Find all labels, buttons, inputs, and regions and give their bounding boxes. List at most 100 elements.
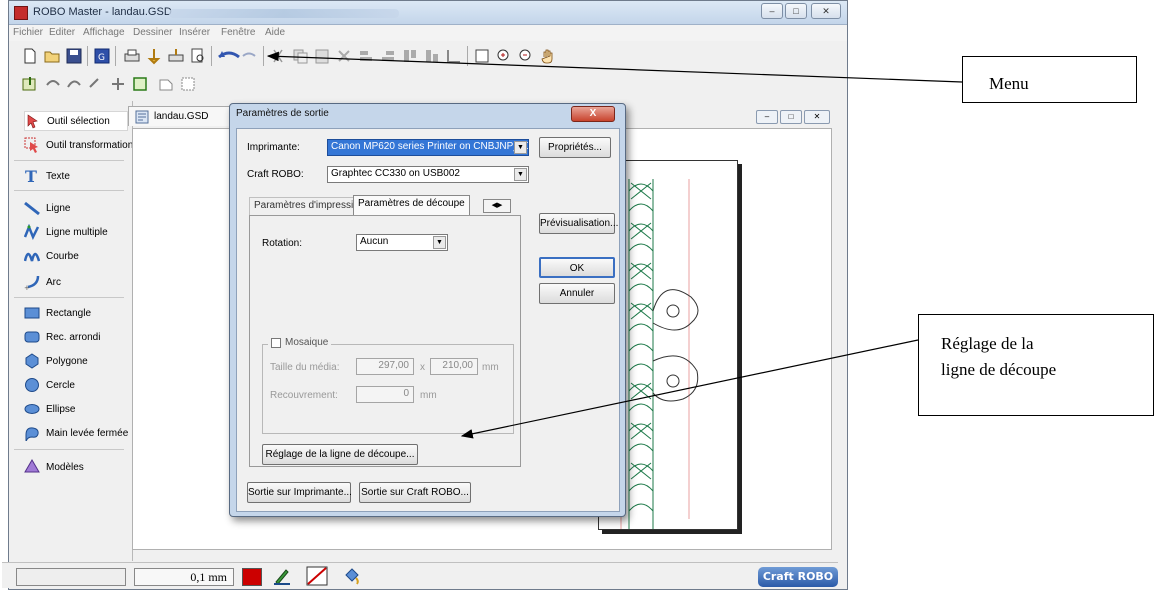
cut-line-settings-button[interactable]: Réglage de la ligne de découpe... — [262, 444, 418, 465]
output-to-craft-robo-button[interactable]: Sortie sur Craft ROBO... — [359, 482, 471, 503]
align-top-icon[interactable] — [401, 47, 419, 65]
screenshot-stage: ROBO Master - landau.GSD – □ ✕ Fichier E… — [0, 0, 1155, 590]
title-bar: ROBO Master - landau.GSD – □ ✕ — [9, 1, 847, 25]
align-bottom-icon[interactable] — [423, 47, 441, 65]
copy-icon[interactable] — [291, 47, 309, 65]
no-fill-icon[interactable] — [306, 566, 328, 586]
delete-icon[interactable] — [335, 47, 353, 65]
menu-inserer[interactable]: Insérer — [179, 27, 210, 38]
chevron-down-icon[interactable]: ▼ — [433, 236, 446, 249]
tab-print-settings[interactable]: Paramètres d'impression — [249, 197, 370, 215]
minimize-button[interactable]: – — [761, 3, 783, 19]
dialog-close-button[interactable]: X — [571, 106, 615, 122]
craft-robo-select-value: Graphtec CC330 on USB002 — [331, 168, 460, 179]
cancel-button[interactable]: Annuler — [539, 283, 615, 304]
tool-item-select[interactable]: Outil sélection — [24, 111, 128, 131]
cut-output-icon[interactable] — [145, 47, 163, 65]
import-icon[interactable] — [21, 75, 39, 93]
tab-cut-settings[interactable]: Paramètres de découpe — [353, 195, 470, 216]
align-left-icon[interactable] — [357, 47, 375, 65]
rotation-select-value: Aucun — [360, 236, 389, 247]
paint-bucket-icon[interactable] — [342, 566, 362, 586]
align-right-icon[interactable] — [379, 47, 397, 65]
doc-close-button[interactable]: ✕ — [804, 110, 830, 124]
preview-button[interactable]: Prévisualisation... — [539, 213, 618, 234]
media-height-field[interactable]: 210,00 — [430, 358, 478, 375]
tool-item-polygon[interactable]: Polygone — [24, 351, 88, 371]
menu-aide[interactable]: Aide — [265, 27, 285, 38]
undo-icon[interactable] — [43, 75, 61, 93]
tool-item-ellipse[interactable]: Ellipse — [24, 399, 75, 419]
tool-item-circle[interactable]: Cercle — [24, 375, 75, 395]
group-icon[interactable] — [445, 47, 463, 65]
print-preview-icon[interactable] — [189, 47, 207, 65]
print-cut-icon[interactable] — [167, 47, 185, 65]
redo-back-icon[interactable] — [65, 75, 83, 93]
paste-icon[interactable] — [313, 47, 331, 65]
doc-restore-button[interactable]: □ — [780, 110, 802, 124]
pen-color-icon[interactable] — [272, 566, 292, 586]
properties-button[interactable]: Propriétés... — [539, 137, 611, 158]
menu-dessiner[interactable]: Dessiner — [133, 27, 172, 38]
zoom-fit-icon[interactable] — [473, 47, 491, 65]
line-width-field[interactable]: 0,1 mm — [134, 568, 234, 586]
cut-icon[interactable] — [269, 47, 287, 65]
tool-item-templates[interactable]: Modèles — [24, 457, 84, 477]
craft-robo-logo: Craft ROBO — [758, 567, 838, 587]
move-icon[interactable] — [109, 75, 127, 93]
window-title: ROBO Master - landau.GSD — [33, 6, 172, 18]
zoom-out-icon[interactable] — [517, 47, 535, 65]
node-edit-icon[interactable] — [157, 75, 175, 93]
svg-text:+: + — [24, 284, 30, 290]
menu-affichage[interactable]: Affichage — [83, 27, 125, 38]
printer-select[interactable]: Canon MP620 series Printer on CNBJNP_000… — [327, 139, 529, 156]
tab-scroll-arrows-icon[interactable]: ◀▶ — [483, 199, 511, 213]
tool-item-rectangle[interactable]: Rectangle — [24, 303, 91, 323]
toolbar-separator — [467, 46, 468, 66]
text-icon: T — [25, 168, 37, 184]
tool-item-text[interactable]: T Texte — [24, 166, 70, 186]
tool-item-line[interactable]: Ligne — [24, 198, 70, 218]
print-icon[interactable] — [123, 47, 141, 65]
output-to-printer-button[interactable]: Sortie sur Imprimante... — [247, 482, 352, 503]
zoom-in-icon[interactable] — [495, 47, 513, 65]
open-folder-icon[interactable] — [43, 47, 61, 65]
select-frame-icon[interactable] — [131, 75, 149, 93]
pan-hand-icon[interactable] — [539, 47, 557, 65]
redo-icon[interactable] — [87, 75, 105, 93]
mosaic-header: Mosaique — [268, 337, 332, 348]
media-size-label: Taille du média: — [270, 362, 340, 373]
doc-minimize-button[interactable]: – — [756, 110, 778, 124]
craft-robo-select[interactable]: Graphtec CC330 on USB002 ▼ — [327, 166, 529, 183]
new-document-icon[interactable] — [21, 47, 39, 65]
tool-item-rounded-rectangle[interactable]: Rec. arrondi — [24, 327, 100, 347]
media-width-field[interactable]: 297,00 — [356, 358, 414, 375]
mosaic-checkbox[interactable] — [271, 337, 281, 348]
chevron-down-icon[interactable]: ▼ — [514, 168, 527, 181]
undo-arrow-icon[interactable] — [215, 47, 259, 65]
rotation-select[interactable]: Aucun ▼ — [356, 234, 448, 251]
chevron-down-icon[interactable]: ▼ — [514, 141, 527, 154]
menu-fenetre[interactable]: Fenêtre — [221, 27, 255, 38]
overlap-unit-label: mm — [420, 390, 437, 401]
ok-button[interactable]: OK — [539, 257, 615, 278]
save-icon[interactable] — [65, 47, 83, 65]
maximize-button[interactable]: □ — [785, 3, 807, 19]
tool-item-transform[interactable]: Outil transformation — [24, 135, 133, 155]
export-icon[interactable]: G — [93, 47, 111, 65]
document-tab[interactable]: landau.GSD — [128, 106, 236, 126]
tool-item-arc[interactable]: + Arc — [24, 272, 61, 292]
tool-item-curve[interactable]: Courbe — [24, 246, 79, 266]
menu-fichier[interactable]: Fichier — [13, 27, 43, 38]
tool-item-polyline[interactable]: Ligne multiple — [24, 222, 108, 242]
tool-item-freehand[interactable]: Main levée fermée — [24, 423, 128, 443]
menu-editer[interactable]: Editer — [49, 27, 75, 38]
fill-color-swatch[interactable] — [242, 568, 262, 586]
overlap-field[interactable]: 0 — [356, 386, 414, 403]
tool-label: Outil transformation — [46, 139, 134, 151]
close-button[interactable]: ✕ — [811, 3, 841, 19]
ellipse-icon — [24, 404, 40, 414]
document-tab-title: landau.GSD — [154, 111, 209, 122]
frame-dotted-icon[interactable] — [179, 75, 197, 93]
transform-icon — [24, 137, 38, 153]
